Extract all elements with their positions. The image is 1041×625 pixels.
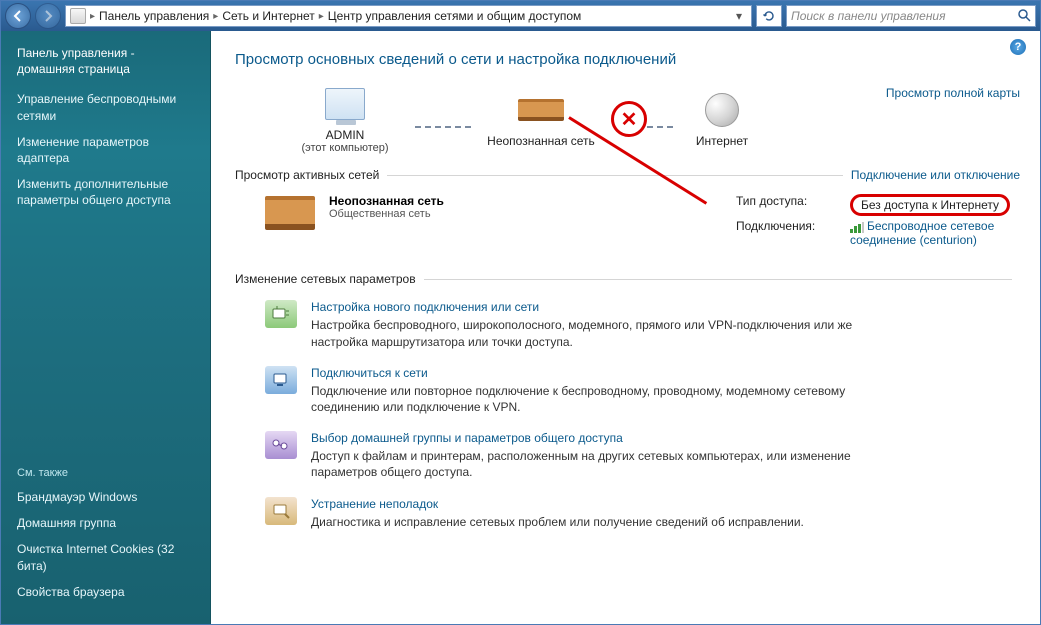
node-unknown-net[interactable]: Неопознанная сеть: [471, 88, 611, 148]
chevron-right-icon: ▸: [319, 11, 324, 22]
setting-new-connection[interactable]: Настройка нового подключения или сети На…: [235, 292, 1020, 357]
address-dropdown[interactable]: ▾: [731, 9, 747, 23]
connect-disconnect-link[interactable]: Подключение или отключение: [851, 168, 1020, 182]
see-also-cookies[interactable]: Очистка Internet Cookies (32 бита): [17, 541, 194, 573]
access-type-label: Тип доступа:: [736, 194, 836, 208]
back-button[interactable]: [5, 3, 31, 29]
forward-button[interactable]: [35, 3, 61, 29]
connections-label: Подключения:: [736, 219, 836, 233]
node-sublabel: (этот компьютер): [275, 142, 415, 154]
sidebar: Панель управления - домашняя страница Уп…: [1, 31, 211, 624]
section-title: Изменение сетевых параметров: [235, 272, 416, 286]
window: ▸ Панель управления ▸ Сеть и Интернет ▸ …: [0, 0, 1041, 625]
network-properties: Тип доступа: Без доступа к Интернету Под…: [736, 194, 1020, 250]
connection-link[interactable]: Беспроводное сетевое соединение (centuri…: [850, 219, 1020, 247]
connection-line-icon: [647, 126, 677, 128]
node-label: Неопознанная сеть: [471, 134, 611, 148]
access-type-value: Без доступа к Интернету: [850, 194, 1010, 216]
annotation-ring: Без доступа к Интернету: [850, 194, 1010, 216]
section-active-networks: Просмотр активных сетей Подключение или …: [235, 168, 1020, 182]
node-label: ADMIN: [275, 128, 415, 142]
main-content: ? Просмотр основных сведений о сети и на…: [211, 31, 1040, 624]
node-label: Интернет: [677, 134, 767, 148]
new-connection-icon: [265, 300, 297, 328]
breadcrumb-item[interactable]: Панель управления: [99, 9, 209, 23]
setting-desc: Подключение или повторное подключение к …: [311, 383, 871, 415]
chevron-right-icon: ▸: [213, 11, 218, 22]
sidebar-home-link[interactable]: Панель управления - домашняя страница: [17, 45, 194, 77]
view-full-map-link[interactable]: Просмотр полной карты: [886, 82, 1020, 100]
computer-icon: [325, 88, 365, 120]
bench-icon: [518, 99, 564, 121]
page-title: Просмотр основных сведений о сети и наст…: [235, 51, 1020, 68]
wifi-signal-icon: [850, 222, 864, 233]
see-also-label: См. также: [17, 467, 194, 479]
setting-connect-network[interactable]: Подключиться к сети Подключение или повт…: [235, 358, 1020, 423]
section-title: Просмотр активных сетей: [235, 168, 379, 182]
setting-desc: Доступ к файлам и принтерам, расположенн…: [311, 448, 871, 480]
setting-title[interactable]: Выбор домашней группы и параметров общег…: [311, 431, 871, 445]
bench-icon: [265, 196, 315, 230]
see-also-homegroup[interactable]: Домашняя группа: [17, 515, 194, 531]
node-this-pc[interactable]: ADMIN (этот компьютер): [275, 82, 415, 154]
chevron-right-icon: ▸: [90, 11, 95, 22]
active-network-type[interactable]: Общественная сеть: [329, 208, 444, 220]
troubleshoot-icon: [265, 497, 297, 525]
setting-desc: Диагностика и исправление сетевых пробле…: [311, 514, 804, 530]
section-network-settings: Изменение сетевых параметров: [235, 272, 1020, 286]
search-placeholder: Поиск в панели управления: [791, 9, 946, 23]
node-internet[interactable]: Интернет: [677, 88, 767, 148]
setting-title[interactable]: Устранение неполадок: [311, 497, 804, 511]
setting-title[interactable]: Настройка нового подключения или сети: [311, 300, 871, 314]
refresh-button[interactable]: [756, 5, 782, 27]
sidebar-link-wireless[interactable]: Управление беспроводными сетями: [17, 91, 194, 123]
active-network-name: Неопознанная сеть: [329, 194, 444, 208]
setting-homegroup[interactable]: Выбор домашней группы и параметров общег…: [235, 423, 1020, 488]
see-also-browser[interactable]: Свойства браузера: [17, 584, 194, 600]
connection-line-icon: [415, 126, 471, 128]
help-icon[interactable]: ?: [1010, 39, 1026, 55]
setting-troubleshoot[interactable]: Устранение неполадок Диагностика и испра…: [235, 489, 1020, 538]
breadcrumb-item[interactable]: Центр управления сетями и общим доступом: [328, 9, 582, 23]
search-icon[interactable]: [1017, 8, 1031, 25]
address-bar[interactable]: ▸ Панель управления ▸ Сеть и Интернет ▸ …: [65, 5, 752, 27]
setting-title[interactable]: Подключиться к сети: [311, 366, 871, 380]
see-also-firewall[interactable]: Брандмауэр Windows: [17, 489, 194, 505]
sidebar-link-sharing[interactable]: Изменить дополнительные параметры общего…: [17, 176, 194, 208]
connect-network-icon: [265, 366, 297, 394]
search-box[interactable]: Поиск в панели управления: [786, 5, 1036, 27]
breadcrumb-item[interactable]: Сеть и Интернет: [222, 9, 314, 23]
control-panel-icon: [70, 8, 86, 24]
navbar: ▸ Панель управления ▸ Сеть и Интернет ▸ …: [1, 1, 1040, 31]
globe-icon: [705, 93, 739, 127]
sidebar-link-adapter[interactable]: Изменение параметров адаптера: [17, 134, 194, 166]
broken-connection-icon: ✕: [611, 101, 647, 137]
active-network-row: Неопознанная сеть Общественная сеть Тип …: [235, 188, 1020, 258]
network-map: ADMIN (этот компьютер) Неопознанная сеть…: [235, 82, 1020, 154]
homegroup-icon: [265, 431, 297, 459]
setting-desc: Настройка беспроводного, широкополосного…: [311, 317, 871, 349]
